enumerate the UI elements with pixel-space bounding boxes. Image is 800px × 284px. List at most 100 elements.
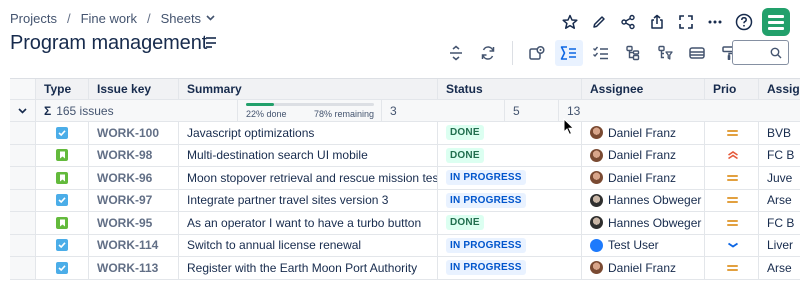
status-cell[interactable]: DONE [438, 144, 582, 166]
view-icon[interactable] [523, 40, 551, 66]
table-row[interactable]: WORK-95 As an operator I want to have a t… [10, 212, 800, 235]
issue-key-cell[interactable]: WORK-96 [89, 167, 179, 189]
help-icon[interactable] [729, 9, 758, 35]
issue-key-link[interactable]: WORK-97 [97, 193, 152, 207]
priority-cell[interactable] [705, 212, 759, 234]
search-input[interactable] [732, 40, 789, 65]
summary-cell[interactable]: Javascript optimizations [179, 122, 438, 144]
table-row[interactable]: WORK-100 Javascript optimizations DONE Dani… [10, 122, 800, 145]
priority-cell[interactable] [705, 257, 759, 279]
status-badge[interactable]: DONE [446, 215, 484, 231]
column-header-prio[interactable]: Prio [705, 79, 759, 99]
more-icon[interactable] [700, 9, 729, 35]
issue-key-link[interactable]: WORK-114 [97, 238, 158, 252]
status-cell[interactable]: IN PROGRESS [438, 189, 582, 211]
title-menu-icon[interactable] [206, 37, 218, 48]
sum-icon[interactable] [555, 40, 583, 66]
summary-prio-count: 5 [505, 100, 559, 121]
row-height-icon[interactable] [442, 40, 470, 66]
task-type-icon [56, 194, 68, 207]
table-row[interactable]: WORK-114 Switch to annual license renewal… [10, 234, 800, 257]
chevron-down-icon[interactable] [206, 13, 215, 24]
hierarchy-icon[interactable] [619, 40, 647, 66]
progress-remaining-label: 78% remaining [313, 108, 374, 119]
summary-cell[interactable]: As an operator I want to have a turbo bu… [179, 212, 438, 234]
assignee-cell[interactable]: Test User [582, 234, 705, 256]
summary-cell[interactable]: Register with the Earth Moon Port Author… [179, 257, 438, 279]
breadcrumb-item-projects[interactable]: Projects [10, 11, 57, 26]
status-cell[interactable]: IN PROGRESS [438, 257, 582, 279]
hierarchy-filter-icon[interactable] [651, 40, 679, 66]
status-badge[interactable]: IN PROGRESS [446, 170, 526, 186]
issue-key-cell[interactable]: WORK-97 [89, 189, 179, 211]
column-header-issue-key[interactable]: Issue key [89, 79, 179, 99]
column-header-type[interactable]: Type [36, 79, 89, 99]
issue-key-link[interactable]: WORK-98 [97, 148, 152, 162]
issue-key-cell[interactable]: WORK-95 [89, 212, 179, 234]
card-icon[interactable] [683, 40, 711, 66]
refresh-icon[interactable] [474, 40, 502, 66]
assignee-cell[interactable]: Daniel Franz [582, 122, 705, 144]
status-badge[interactable]: DONE [446, 147, 484, 163]
assig-cell[interactable]: Liver [759, 235, 800, 257]
assignee-cell[interactable]: Daniel Franz [582, 144, 705, 166]
breadcrumb-item-sheets[interactable]: Sheets [161, 11, 201, 26]
column-header-summary[interactable]: Summary [179, 79, 438, 99]
assignee-cell[interactable]: Hannes Obweger [582, 212, 705, 234]
issue-key-link[interactable]: WORK-96 [97, 171, 152, 185]
assignee-cell[interactable]: Hannes Obweger [582, 189, 705, 211]
assignee-cell[interactable]: Daniel Franz [582, 257, 705, 279]
column-header-assig[interactable]: Assig [759, 79, 800, 99]
summary-cell[interactable]: Multi-destination search UI mobile [179, 144, 438, 166]
export-icon[interactable] [642, 9, 671, 35]
assig-cell[interactable]: FC B [759, 212, 800, 234]
issue-key-cell[interactable]: WORK-113 [89, 257, 179, 279]
assig-cell[interactable]: FC B [759, 145, 800, 167]
avatar [590, 126, 603, 140]
priority-cell[interactable] [705, 144, 759, 166]
story-type-icon [56, 171, 68, 184]
assig-cell[interactable]: Juve [759, 167, 800, 189]
summary-cell[interactable]: Moon stopover retrieval and rescue missi… [179, 167, 438, 189]
row-gutter [10, 189, 36, 211]
status-badge[interactable]: IN PROGRESS [446, 237, 526, 253]
app-logo-icon[interactable] [762, 8, 790, 36]
assig-cell[interactable]: Arse [759, 190, 800, 212]
star-icon[interactable] [555, 9, 584, 35]
issue-key-link[interactable]: WORK-95 [97, 216, 152, 230]
status-badge[interactable]: IN PROGRESS [446, 192, 526, 208]
checklist-icon[interactable] [587, 40, 615, 66]
table-row[interactable]: WORK-98 Multi-destination search UI mobil… [10, 144, 800, 167]
table-row[interactable]: WORK-96 Moon stopover retrieval and rescu… [10, 167, 800, 190]
column-header-assignee[interactable]: Assignee [582, 79, 705, 99]
priority-cell[interactable] [705, 122, 759, 144]
collapse-chevron-icon[interactable] [10, 100, 36, 121]
status-badge[interactable]: IN PROGRESS [446, 260, 526, 276]
column-header-status[interactable]: Status [438, 79, 582, 99]
issue-key-cell[interactable]: WORK-98 [89, 144, 179, 166]
status-cell[interactable]: IN PROGRESS [438, 234, 582, 256]
pencil-icon[interactable] [584, 9, 613, 35]
issue-key-link[interactable]: WORK-113 [97, 261, 158, 275]
priority-cell[interactable] [705, 234, 759, 256]
assig-cell[interactable]: BVB [759, 122, 800, 144]
share-icon[interactable] [613, 9, 642, 35]
issue-key-cell[interactable]: WORK-100 [89, 122, 179, 144]
table-row[interactable]: WORK-97 Integrate partner travel sites ve… [10, 189, 800, 212]
table-row[interactable]: WORK-113 Register with the Earth Moon Por… [10, 257, 800, 280]
breadcrumb-item-fine-work[interactable]: Fine work [81, 11, 137, 26]
status-cell[interactable]: IN PROGRESS [438, 167, 582, 189]
summary-cell[interactable]: Switch to annual license renewal [179, 234, 438, 256]
priority-cell[interactable] [705, 189, 759, 211]
fullscreen-icon[interactable] [671, 9, 700, 35]
issue-key-cell[interactable]: WORK-114 [89, 234, 179, 256]
assignee-cell[interactable]: Daniel Franz [582, 167, 705, 189]
summary-cell[interactable]: Integrate partner travel sites version 3 [179, 189, 438, 211]
status-badge[interactable]: DONE [446, 125, 484, 141]
assig-cell[interactable]: Arse [759, 257, 800, 279]
priority-cell[interactable] [705, 167, 759, 189]
status-cell[interactable]: DONE [438, 212, 582, 234]
status-cell[interactable]: DONE [438, 122, 582, 144]
summary-count: Σ 165 issues [36, 100, 238, 121]
issue-key-link[interactable]: WORK-100 [97, 126, 159, 140]
